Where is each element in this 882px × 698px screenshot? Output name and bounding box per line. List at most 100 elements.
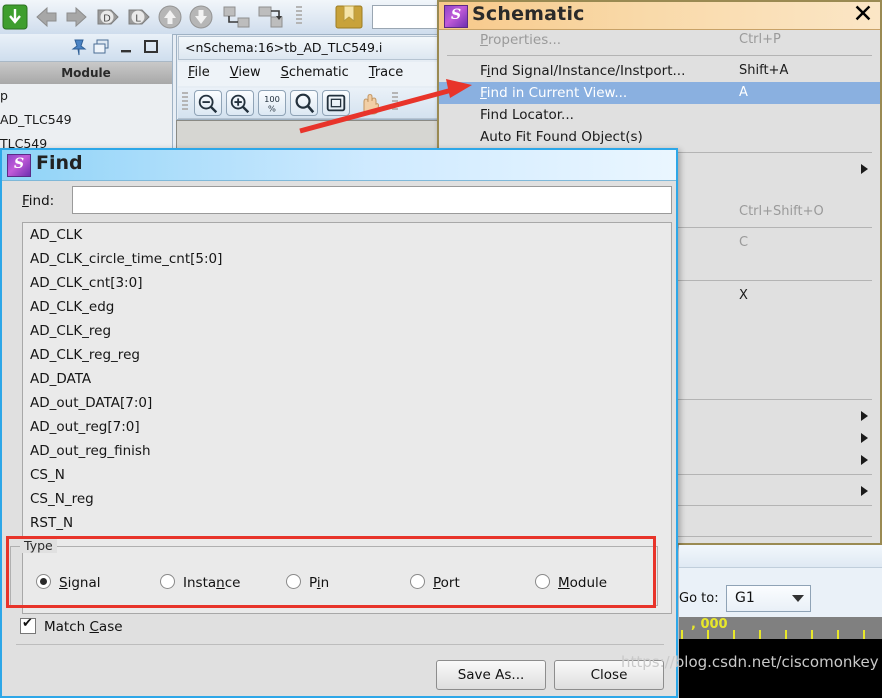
menubar-file[interactable]: File <box>178 62 220 83</box>
schematic-menu-titlebar[interactable]: S Schematic ✕ <box>439 1 880 30</box>
time-ruler[interactable]: , 000 <box>679 617 882 639</box>
module-panel: Module p AD_TLC549 TLC549 <box>0 34 173 157</box>
list-item[interactable]: AD_CLK_reg_reg <box>23 343 671 367</box>
radio-signal[interactable]: Signal <box>36 574 100 591</box>
submenu-arrow-icon <box>861 164 868 174</box>
schematic-toolbar-grip[interactable] <box>182 91 188 115</box>
goto-select[interactable]: G1 <box>726 585 811 612</box>
chevron-down-icon <box>792 595 804 602</box>
radio-indicator <box>535 574 550 589</box>
list-item[interactable]: AD_out_DATA[7:0] <box>23 391 671 415</box>
match-case-checkbox[interactable]: Match Case <box>20 616 123 635</box>
menu-item-find-signal-instance-instport[interactable]: Find Signal/Instance/Instport... Shift+A <box>439 60 880 82</box>
watermark-text: https://blog.csdn.net/ciscomonkey <box>621 653 879 671</box>
menu-separator <box>447 55 872 56</box>
zoom-fit-icon[interactable] <box>322 90 350 116</box>
list-item[interactable]: AD_CLK_edg <box>23 295 671 319</box>
load-icon[interactable]: L <box>126 4 152 30</box>
find-dialog: S Find Find: AD_CLK AD_CLK_circle_time_cn… <box>0 148 678 698</box>
zoom-area-icon[interactable] <box>290 90 318 116</box>
close-icon[interactable]: ✕ <box>849 1 877 28</box>
radio-instance[interactable]: Instance <box>160 574 240 591</box>
driver-icon[interactable]: D <box>95 4 121 30</box>
waveform-canvas[interactable]: https://blog.csdn.net/ciscomonkey <box>621 639 882 698</box>
module-column-header[interactable]: Module <box>0 62 172 85</box>
module-panel-titlebar <box>0 34 172 62</box>
menu-item-properties: Properties... Ctrl+P <box>439 29 880 51</box>
annotation-highlight-box <box>6 536 656 608</box>
toolbar-grip[interactable] <box>296 6 302 28</box>
collapse-hierarchy-icon[interactable] <box>257 4 287 30</box>
forward-arrow-icon[interactable] <box>64 4 90 30</box>
menu-item-accelerator: Ctrl+P <box>739 32 781 47</box>
back-arrow-icon[interactable] <box>33 4 59 30</box>
match-case-label: Match Case <box>44 619 123 635</box>
zoom-in-icon[interactable] <box>226 90 254 116</box>
goto-label: Go to: <box>679 591 719 606</box>
list-item[interactable]: AD_CLK_cnt[3:0] <box>23 271 671 295</box>
schematic-menu-title: Schematic <box>472 3 585 25</box>
toolbar-text-entry[interactable] <box>372 5 444 29</box>
menubar-view[interactable]: View <box>220 62 271 83</box>
zoom-out-icon[interactable] <box>194 90 222 116</box>
submenu-arrow-icon <box>861 411 868 421</box>
radio-indicator <box>410 574 425 589</box>
zoom-100-icon[interactable]: 100% <box>258 90 286 116</box>
list-item[interactable]: AD_DATA <box>23 367 671 391</box>
menu-item-auto-fit-found-object-s[interactable]: Auto Fit Found Object(s) <box>439 126 880 148</box>
find-dialog-titlebar[interactable]: S Find <box>2 150 676 181</box>
radio-label-instance: Instance <box>183 575 241 591</box>
bookmark-icon[interactable] <box>334 4 364 30</box>
down-arrow-icon[interactable] <box>188 4 214 30</box>
minimize-icon[interactable] <box>118 38 134 56</box>
submenu-arrow-icon <box>861 433 868 443</box>
waveform-toolbar <box>679 545 882 568</box>
search-input[interactable] <box>72 186 672 214</box>
green-download-icon[interactable] <box>2 4 28 30</box>
list-item[interactable]: AD_CLK <box>23 223 671 247</box>
app-logo-icon: S <box>7 154 31 177</box>
menu-item-label: Properties... <box>480 32 562 48</box>
waveform-panel: Go to: G1 , 000 https://blog.csdn.net/ci… <box>621 545 882 698</box>
svg-text:D: D <box>103 14 111 25</box>
goto-row: Go to: G1 <box>679 585 882 615</box>
module-row-1[interactable]: AD_TLC549 <box>0 108 172 133</box>
list-item[interactable]: CS_N <box>23 463 671 487</box>
goto-value: G1 <box>735 590 755 606</box>
radio-label-signal: Signal <box>59 575 101 591</box>
submenu-arrow-icon <box>861 486 868 496</box>
up-arrow-icon[interactable] <box>157 4 183 30</box>
list-item[interactable]: AD_out_reg[7:0] <box>23 415 671 439</box>
checkbox-indicator <box>20 616 36 634</box>
menubar-schematic[interactable]: Schematic <box>271 62 359 83</box>
save-as-button[interactable]: Save As... <box>436 660 546 690</box>
submenu-arrow-icon <box>861 455 868 465</box>
list-item[interactable]: AD_CLK_reg <box>23 319 671 343</box>
menu-item-label: Find Signal/Instance/Instport... <box>480 63 686 79</box>
pan-hand-icon[interactable] <box>356 92 384 116</box>
menu-item-accelerator: Ctrl+Shift+O <box>739 204 824 219</box>
app-logo-icon: S <box>444 5 468 28</box>
ruler-label: , 000 <box>691 617 728 632</box>
divider <box>16 644 664 645</box>
module-row-0[interactable]: p <box>0 84 172 109</box>
list-item[interactable]: AD_CLK_circle_time_cnt[5:0] <box>23 247 671 271</box>
find-label: Find: <box>22 193 55 209</box>
maximize-icon[interactable] <box>142 38 160 56</box>
list-item[interactable]: AD_out_reg_finish <box>23 439 671 463</box>
expand-hierarchy-icon[interactable] <box>222 4 252 30</box>
restore-icon[interactable] <box>92 38 110 56</box>
svg-text:%: % <box>268 103 276 113</box>
radio-pin[interactable]: Pin <box>286 574 329 591</box>
radio-module[interactable]: Module <box>535 574 607 591</box>
toolbar-grip-2[interactable] <box>392 92 398 114</box>
list-item[interactable]: RST_N <box>23 511 671 535</box>
find-dialog-title: Find <box>36 152 83 174</box>
menubar-trace[interactable]: Trace <box>359 62 414 83</box>
menu-item-accelerator: C <box>739 235 749 250</box>
pin-icon[interactable] <box>70 38 88 56</box>
menu-item-find-locator[interactable]: Find Locator... <box>439 104 880 126</box>
list-item[interactable]: CS_N_reg <box>23 487 671 511</box>
radio-port[interactable]: Port <box>410 574 460 591</box>
menu-item-find-in-current-view[interactable]: Find in Current View... A <box>439 82 880 104</box>
